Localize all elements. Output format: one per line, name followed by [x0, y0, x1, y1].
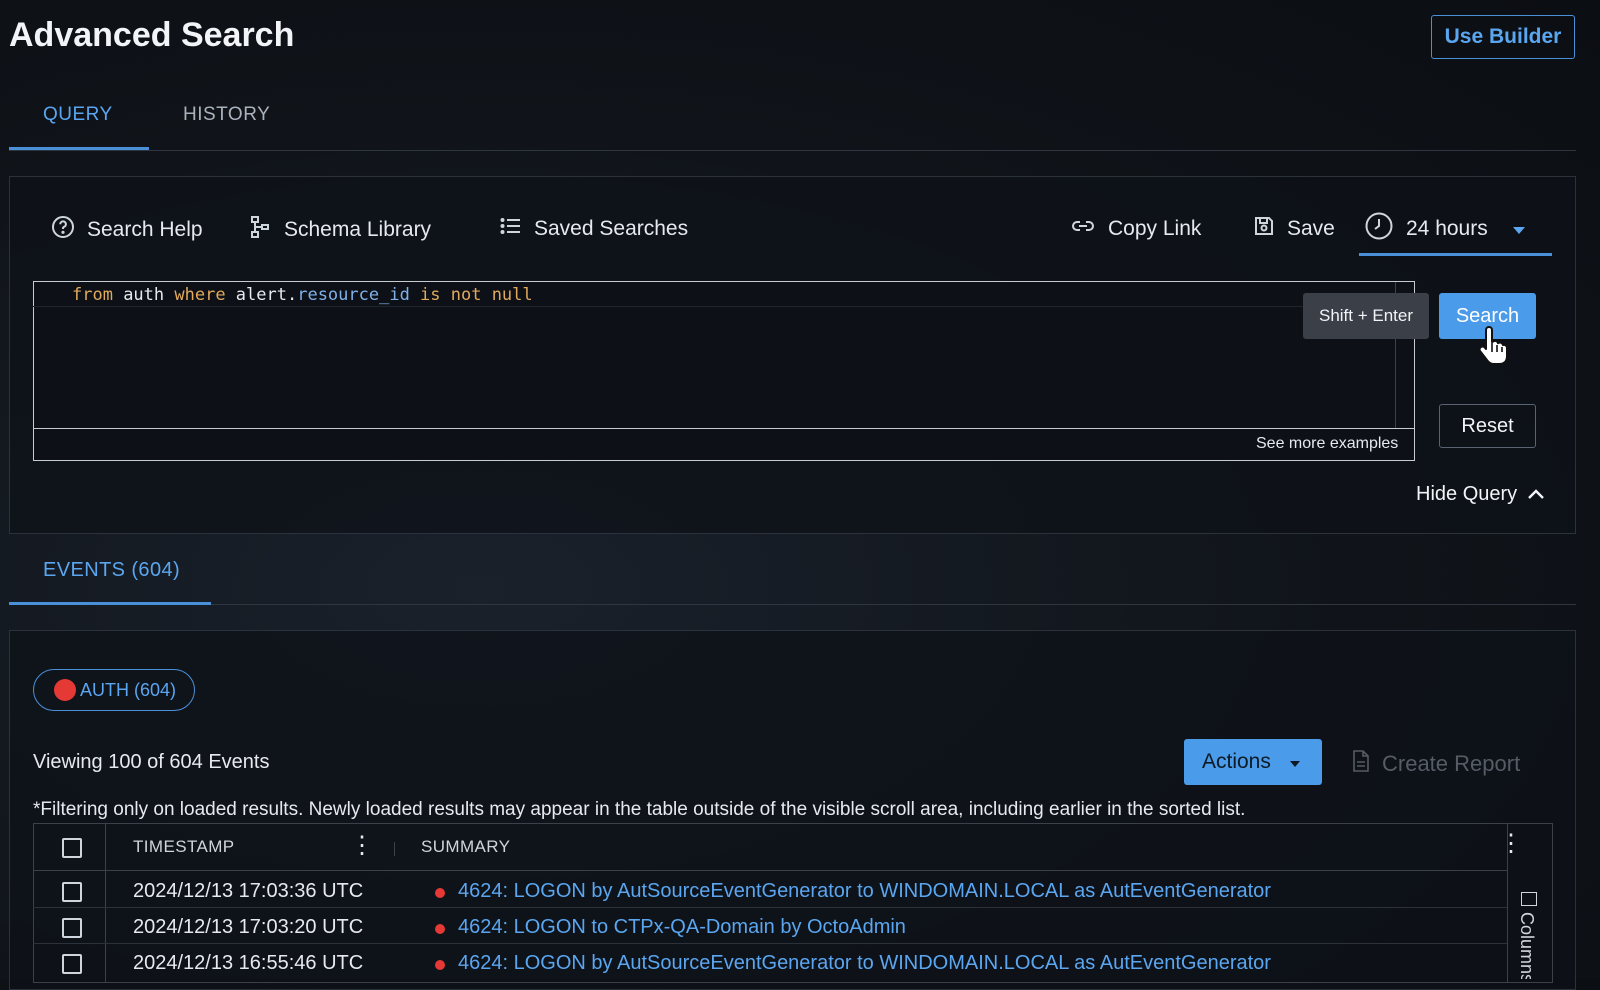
list-icon	[500, 215, 522, 243]
use-builder-button[interactable]: Use Builder	[1431, 15, 1575, 59]
query-token: resource_id	[297, 285, 410, 305]
events-tab-indicator	[9, 602, 211, 605]
shortcut-tooltip: Shift + Enter	[1303, 293, 1429, 339]
page-title: Advanced Search	[9, 16, 295, 54]
link-icon	[1070, 215, 1096, 243]
actions-dropdown-button[interactable]: Actions	[1184, 739, 1322, 785]
alert-dot	[435, 960, 445, 970]
event-summary-link[interactable]: 4624: LOGON by AutSourceEventGenerator t…	[458, 952, 1271, 975]
event-summary-link[interactable]: 4624: LOGON by AutSourceEventGenerator t…	[458, 880, 1271, 903]
timestamp-header[interactable]: TIMESTAMP	[133, 837, 235, 857]
save-label: Save	[1287, 217, 1335, 240]
tab-events[interactable]: EVENTS (604)	[43, 559, 180, 582]
table-menu-icon[interactable]: ⋮	[1499, 832, 1523, 856]
time-range-value: 24 hours	[1406, 217, 1488, 240]
table-row-timestamp: 2024/12/13 17:03:20 UTC	[133, 916, 369, 939]
schema-tree-icon	[250, 215, 272, 245]
tabs-divider	[9, 150, 1576, 151]
active-tab-indicator	[9, 147, 149, 150]
query-token: where	[174, 285, 226, 305]
timestamp-cell: 2024/12/13 17:03:36 UTC	[133, 880, 364, 902]
tab-history[interactable]: HISTORY	[183, 104, 270, 126]
row-checkbox[interactable]	[62, 918, 82, 938]
chevron-up-icon	[1527, 483, 1545, 506]
table-row-timestamp: 2024/12/13 17:03:36 UTC	[133, 880, 369, 903]
query-token: from	[72, 285, 113, 305]
help-circle-icon	[51, 215, 75, 245]
hide-query-label: Hide Query	[1416, 483, 1518, 505]
query-editor[interactable]	[33, 281, 1415, 461]
copy-link-label: Copy Link	[1108, 217, 1202, 240]
select-all-checkbox[interactable]	[62, 838, 82, 858]
saved-searches-button[interactable]: Saved Searches	[500, 215, 688, 243]
copy-link-button[interactable]: Copy Link	[1070, 215, 1201, 243]
editor-active-line	[33, 306, 1396, 307]
query-token: auth	[112, 285, 175, 305]
column-menu-icon[interactable]: ⋮	[350, 834, 374, 858]
schema-library-label: Schema Library	[284, 218, 432, 241]
create-report-button[interactable]: Create Report	[1352, 750, 1520, 778]
alert-dot	[435, 888, 445, 898]
hand-cursor-icon	[1476, 326, 1510, 371]
events-tabs-divider	[9, 604, 1576, 605]
reset-button[interactable]: Reset	[1439, 404, 1536, 448]
tab-query[interactable]: QUERY	[43, 104, 113, 126]
caret-down-icon	[1289, 750, 1301, 774]
clock-icon	[1364, 211, 1394, 247]
row-checkbox[interactable]	[62, 954, 82, 974]
row-divider	[33, 943, 1507, 944]
column-resize-handle[interactable]	[394, 842, 395, 856]
timestamp-cell: 2024/12/13 16:55:46 UTC	[133, 952, 364, 974]
actions-label: Actions	[1202, 750, 1271, 773]
timestamp-cell: 2024/12/13 17:03:20 UTC	[133, 916, 364, 938]
columns-panel-toggle[interactable]: Columns	[1516, 912, 1537, 979]
document-icon	[1352, 750, 1370, 778]
time-range-dropdown[interactable]: 24 hours	[1364, 211, 1526, 247]
columns-label: Columns	[1517, 912, 1537, 979]
save-button[interactable]: Save	[1253, 215, 1335, 243]
query-token: alert.	[225, 285, 298, 305]
create-report-label: Create Report	[1382, 751, 1521, 776]
table-row-timestamp: 2024/12/13 16:55:46 UTC	[133, 952, 369, 975]
search-help-label: Search Help	[87, 218, 203, 241]
search-help-button[interactable]: Search Help	[51, 215, 203, 245]
floppy-disk-icon	[1253, 215, 1275, 243]
filter-note: *Filtering only on loaded results. Newly…	[33, 799, 1246, 820]
hide-query-toggle[interactable]: Hide Query	[1416, 483, 1545, 506]
query-text[interactable]: from auth where alert.resource_id is not…	[72, 285, 533, 305]
editor-footer-divider	[33, 428, 1415, 429]
see-more-examples-link[interactable]: See more examples	[1256, 435, 1398, 453]
summary-header[interactable]: SUMMARY	[421, 837, 510, 857]
red-status-dot	[54, 679, 76, 701]
auth-chip-label: AUTH (604)	[80, 679, 177, 700]
auth-filter-chip[interactable]: AUTH (604)	[33, 669, 195, 711]
query-token: is not null	[409, 285, 533, 305]
time-range-underline	[1359, 253, 1552, 256]
caret-down-icon	[1512, 217, 1526, 241]
row-checkbox[interactable]	[62, 882, 82, 902]
table-header-divider	[33, 870, 1507, 871]
columns-icon	[1521, 892, 1537, 906]
schema-library-button[interactable]: Schema Library	[250, 215, 431, 245]
viewing-count: Viewing 100 of 604 Events	[33, 751, 270, 773]
saved-searches-label: Saved Searches	[534, 217, 689, 240]
alert-dot	[435, 924, 445, 934]
event-summary-link[interactable]: 4624: LOGON to CTPx-QA-Domain by OctoAdm…	[458, 916, 906, 939]
row-divider	[33, 907, 1507, 908]
column-divider	[105, 823, 106, 983]
